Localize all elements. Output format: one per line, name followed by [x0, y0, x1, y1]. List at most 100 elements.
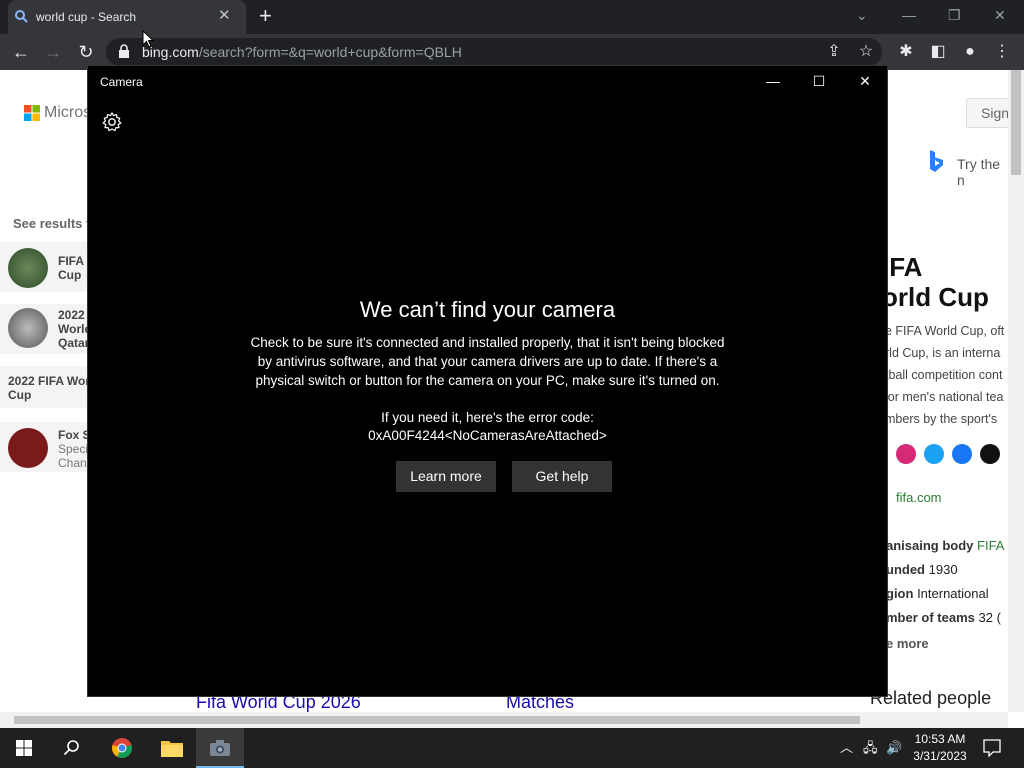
error-code: 0xA00F4244<NoCamerasAreAttached> [368, 428, 607, 443]
camera-taskbar-button[interactable] [196, 728, 244, 768]
fact-row: anisaing body FIFA [886, 538, 1004, 553]
windows-start-icon[interactable] [16, 740, 32, 756]
lock-icon [119, 44, 129, 58]
see-results-heading: See results f [13, 216, 91, 231]
learn-more-button[interactable]: Learn more [396, 461, 496, 492]
fact-row: gion International [886, 586, 989, 601]
instagram-icon[interactable] [896, 444, 916, 464]
bookmark-star-icon[interactable]: ☆ [856, 42, 876, 62]
description-line: e FIFA World Cup, oft [885, 324, 1005, 338]
tab-title: world cup - Search [36, 10, 137, 24]
facebook-icon[interactable] [952, 444, 972, 464]
sign-in-button[interactable]: Sign [966, 98, 1008, 128]
list-item[interactable]: Fox S Speci Chan [0, 422, 95, 472]
card-line: 2022 [58, 308, 85, 322]
official-site-link[interactable]: fifa.com [896, 490, 942, 505]
entity-title-line: orld Cup [882, 282, 989, 312]
network-icon[interactable]: 🖧 [863, 740, 878, 756]
camera-close-button[interactable]: ✕ [853, 71, 877, 91]
twitter-icon[interactable] [924, 444, 944, 464]
browser-minimize-button[interactable]: — [902, 5, 916, 25]
card-line: Qatar [58, 336, 90, 350]
notifications-icon[interactable] [983, 739, 1001, 757]
try-bing-text[interactable]: Try the n [957, 156, 1008, 188]
error-message-line: by antivirus software, and that your cam… [257, 354, 718, 369]
camera-maximize-button[interactable]: ☐ [807, 71, 831, 91]
tiktok-icon[interactable] [980, 444, 1000, 464]
back-button[interactable]: ← [10, 41, 32, 63]
clock[interactable]: 10:53 AM 3/31/2023 [910, 731, 970, 765]
side-panel-icon[interactable]: ◧ [928, 42, 948, 62]
url-text[interactable]: bing.com/search?form=&q=world+cup&form=Q… [142, 44, 462, 60]
error-code-intro: If you need it, here's the error code: [381, 410, 594, 425]
card-line: 2022 FIFA Wor [8, 374, 91, 388]
show-hidden-icons-chevron-icon[interactable]: ︿ [840, 740, 853, 756]
menu-icon[interactable]: ⋮ [992, 42, 1012, 62]
fact-value: 32 ( [978, 610, 1001, 625]
reload-button[interactable]: ↻ [75, 41, 97, 63]
get-help-button[interactable]: Get help [512, 461, 612, 492]
browser-restore-button[interactable]: ❐ [948, 5, 961, 25]
description-line: ior men's national tea [885, 390, 1004, 404]
forward-button[interactable]: → [42, 41, 64, 63]
file-explorer-taskbar-button[interactable] [147, 728, 195, 768]
settings-gear-icon[interactable] [101, 111, 123, 133]
thumbnail [8, 308, 48, 348]
fact-label: anisaing body [886, 538, 974, 553]
horizontal-scrollbar-thumb[interactable] [14, 716, 860, 724]
fact-label: unded [886, 562, 925, 577]
card-line: Cup [8, 388, 32, 402]
entity-title-line: IFA [882, 252, 923, 282]
see-more-link[interactable]: e more [886, 636, 929, 651]
vertical-scrollbar-thumb[interactable] [1011, 70, 1021, 175]
error-heading: We can’t find your camera [359, 297, 616, 322]
camera-title: Camera [100, 75, 143, 89]
description-line: tball competition cont [885, 368, 1003, 382]
fact-row: mber of teams 32 ( [886, 610, 1001, 625]
fact-value: International [917, 586, 989, 601]
description-line: mbers by the sport's [885, 412, 998, 426]
card-line: Cup [58, 268, 82, 282]
search-icon [15, 10, 28, 23]
error-message: Check to be sure it's connected and inst… [88, 333, 887, 390]
fact-value[interactable]: FIFA [977, 538, 1004, 553]
fact-value: 1930 [928, 562, 958, 577]
camera-minimize-button[interactable]: — [761, 71, 785, 91]
list-item[interactable]: FIFA Cup [0, 242, 95, 292]
error-code-block: If you need it, here's the error code: 0… [88, 409, 887, 445]
microsoft-logo-icon [24, 105, 40, 121]
share-icon[interactable]: ⇪ [824, 42, 844, 62]
fact-label: mber of teams [886, 610, 975, 625]
microsoft-text[interactable]: Micros [44, 104, 91, 122]
new-tab-button[interactable]: + [259, 4, 272, 28]
bing-logo-icon [930, 150, 943, 172]
card-line: Speci [58, 442, 89, 456]
description-line: rld Cup, is an interna [885, 346, 1001, 360]
related-people-heading: Related people [870, 688, 992, 708]
list-item[interactable]: 2022 FIFA Wor Cup [0, 366, 95, 408]
browser-close-button[interactable]: ✕ [994, 5, 1006, 25]
fact-row: unded 1930 [886, 562, 958, 577]
mouse-cursor-icon [142, 30, 154, 48]
folder-icon [161, 741, 183, 757]
card-line: Chan [58, 456, 87, 470]
error-message-line: physical switch or button for the camera… [255, 373, 720, 388]
volume-icon[interactable]: 🔊 [886, 740, 902, 756]
search-icon[interactable] [63, 739, 81, 757]
tab-search-chevron-icon[interactable]: ⌄ [856, 5, 868, 25]
entity-title: IFA orld Cup [882, 252, 989, 312]
clock-time: 10:53 AM [914, 732, 966, 746]
fact-label: gion [886, 586, 914, 601]
chrome-icon [112, 738, 132, 758]
camera-icon [210, 740, 230, 756]
extensions-icon[interactable]: ✱ [896, 42, 916, 62]
list-item[interactable]: 2022 World Qatar [0, 304, 95, 354]
clock-date: 3/31/2023 [913, 749, 967, 763]
tab-close-icon[interactable]: ✕ [218, 8, 231, 24]
chrome-taskbar-button[interactable] [98, 728, 146, 768]
profile-icon[interactable]: ● [960, 42, 980, 62]
fox-soccer-logo [8, 428, 48, 468]
error-message-line: Check to be sure it's connected and inst… [250, 335, 725, 350]
card-line: FIFA [58, 254, 84, 268]
thumbnail [8, 248, 48, 288]
